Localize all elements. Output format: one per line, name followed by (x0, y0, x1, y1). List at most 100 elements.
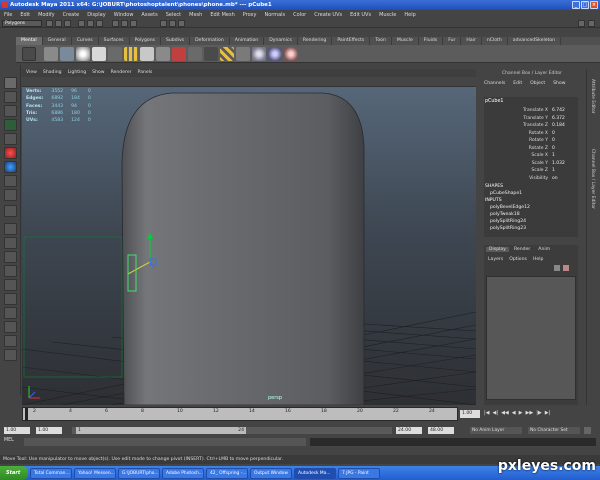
next-key-icon[interactable]: ▶▶ (525, 410, 533, 418)
layer-menu-options[interactable]: Options (509, 257, 527, 262)
shelf-menu-icon[interactable] (22, 47, 36, 61)
single-perspective-layout-icon[interactable] (4, 223, 17, 235)
soft-mod-tool-icon[interactable] (4, 175, 17, 187)
menu-edit[interactable]: Edit (20, 12, 30, 18)
mr-shelf-icon-3[interactable] (252, 47, 266, 61)
menu-edit-mesh[interactable]: Edit Mesh (210, 12, 234, 18)
start-button[interactable]: Start (0, 466, 28, 480)
snap-curve-icon[interactable] (121, 20, 128, 27)
rotate-tool-icon[interactable] (4, 133, 17, 145)
go-to-start-icon[interactable]: |◀ (484, 410, 490, 418)
prev-key-icon[interactable]: ◀◀ (501, 410, 509, 418)
shelf-tab-rendering[interactable]: Rendering (298, 37, 333, 45)
render-view-layout-icon[interactable] (4, 335, 17, 347)
new-layer-selected-icon[interactable] (563, 265, 569, 271)
viewport-menu-show[interactable]: Show (92, 69, 104, 77)
start-time-field[interactable]: 1.00 (4, 427, 30, 434)
channel-row[interactable]: Translate Z 0.184 (484, 122, 578, 130)
channel-value[interactable]: 0 (552, 137, 555, 145)
shelf-tab-subdivs[interactable]: Subdivs (161, 37, 191, 45)
play-back-icon[interactable]: ◀ (512, 410, 516, 418)
task-photoshop[interactable]: Adobe Photosh... (162, 467, 204, 479)
channel-row[interactable]: Translate X 6.742 (484, 107, 578, 115)
input-node[interactable]: polySplitRing23 (490, 226, 526, 231)
key-icon[interactable] (584, 427, 591, 434)
mr-shader-icon[interactable] (44, 47, 58, 61)
playback-end-field[interactable]: 24.00 (396, 427, 422, 434)
new-layer-icon[interactable] (554, 265, 560, 271)
show-channel-box-icon[interactable] (588, 20, 595, 27)
shelf-tab-fluids[interactable]: Fluids (419, 37, 444, 45)
menu-set-dropdown[interactable]: Polygons (2, 20, 42, 27)
snap-point-icon[interactable] (130, 20, 137, 27)
channel-value[interactable]: 6.742 (552, 107, 565, 115)
task-yahoo-messenger[interactable]: Yahoo! Messen... (74, 467, 116, 479)
save-scene-icon[interactable] (64, 20, 71, 27)
channel-menu-show[interactable]: Show (553, 81, 565, 86)
step-forward-icon[interactable]: |▶ (536, 410, 542, 418)
new-scene-icon[interactable] (46, 20, 53, 27)
channel-row[interactable]: Translate Y 6.372 (484, 115, 578, 123)
mr-shelf-icon-5[interactable] (284, 47, 298, 61)
layer-menu-layers[interactable]: Layers (488, 257, 503, 262)
mr-proxy-icon[interactable] (124, 47, 138, 61)
hypershade-layout-icon[interactable] (4, 279, 17, 291)
end-time-field[interactable]: 48.00 (428, 427, 454, 434)
minimize-button[interactable]: _ (572, 1, 580, 9)
shelf-tab-polygons[interactable]: Polygons (130, 37, 162, 45)
channel-value[interactable]: 0.184 (552, 122, 565, 130)
close-button[interactable]: × (590, 1, 598, 9)
channel-value[interactable]: 1 (552, 152, 555, 160)
channel-value[interactable]: 1 (552, 167, 555, 175)
universal-manip-icon[interactable] (4, 161, 17, 173)
shelf-tab-toon[interactable]: Toon (370, 37, 392, 45)
layer-tab-render[interactable]: Render (511, 247, 533, 252)
menu-assets[interactable]: Assets (141, 12, 157, 18)
shelf-tab-curves[interactable]: Curves (72, 37, 99, 45)
custom-layout-icon[interactable] (4, 321, 17, 333)
menu-file[interactable]: File (4, 12, 12, 18)
shelf-tab-surfaces[interactable]: Surfaces (99, 37, 130, 45)
scale-tool-icon[interactable] (4, 147, 17, 159)
channel-row[interactable]: Rotate Y 0 (484, 137, 578, 145)
task-paint[interactable]: 7.JPG - Paint (338, 467, 380, 479)
maximize-button[interactable]: □ (581, 1, 589, 9)
task-media-player[interactable]: 42_ Offspring -... (206, 467, 248, 479)
viewport-menu-panels[interactable]: Panels (138, 69, 153, 77)
last-tool-icon[interactable] (4, 205, 17, 217)
move-tool-icon[interactable] (4, 119, 17, 131)
task-output-window[interactable]: Output Window (250, 467, 292, 479)
channel-row[interactable]: Visibility on (484, 175, 578, 183)
task-explorer[interactable]: G:\JOBURT\pho... (118, 467, 160, 479)
layer-tab-anim[interactable]: Anim (535, 247, 553, 252)
select-component-icon[interactable] (96, 20, 103, 27)
mr-hm-icon[interactable] (204, 47, 218, 61)
mel-input[interactable] (24, 438, 306, 446)
menu-color[interactable]: Color (293, 12, 306, 18)
mr-shelf-icon-4[interactable] (268, 47, 282, 61)
channel-row[interactable]: Scale Y 1.032 (484, 160, 578, 168)
menu-proxy[interactable]: Proxy (243, 12, 257, 18)
graph-editor-layout-icon[interactable] (4, 307, 17, 319)
menu-window[interactable]: Window (114, 12, 134, 18)
channel-value[interactable]: 1.032 (552, 160, 565, 168)
mr-cp-icon[interactable] (172, 47, 186, 61)
perspective-viewport[interactable]: persp (22, 87, 476, 405)
open-scene-icon[interactable] (55, 20, 62, 27)
layer-list[interactable] (486, 276, 576, 400)
input-node[interactable]: polyBevelEdge12 (490, 205, 530, 210)
attribute-editor-tab[interactable]: Attribute Editor (590, 79, 595, 114)
mr-sky-icon[interactable] (108, 47, 122, 61)
shape-node[interactable]: pCubeShape1 (490, 191, 522, 196)
channel-row[interactable]: Scale Z 1 (484, 167, 578, 175)
range-slider[interactable]: 1 24 (72, 427, 392, 434)
shelf-tab-advancedskeleton[interactable]: advancedSkeleton (508, 37, 562, 45)
shelf-tab-general[interactable]: General (43, 37, 72, 45)
ipr-render-icon[interactable] (169, 20, 176, 27)
extra-layout-icon[interactable] (4, 349, 17, 361)
menu-muscle[interactable]: Muscle (379, 12, 396, 18)
channel-menu-edit[interactable]: Edit (513, 81, 522, 86)
shelf-tab-fur[interactable]: Fur (443, 37, 462, 45)
select-object-icon[interactable] (87, 20, 94, 27)
shelf-tab-painteffects[interactable]: PaintEffects (332, 37, 371, 45)
